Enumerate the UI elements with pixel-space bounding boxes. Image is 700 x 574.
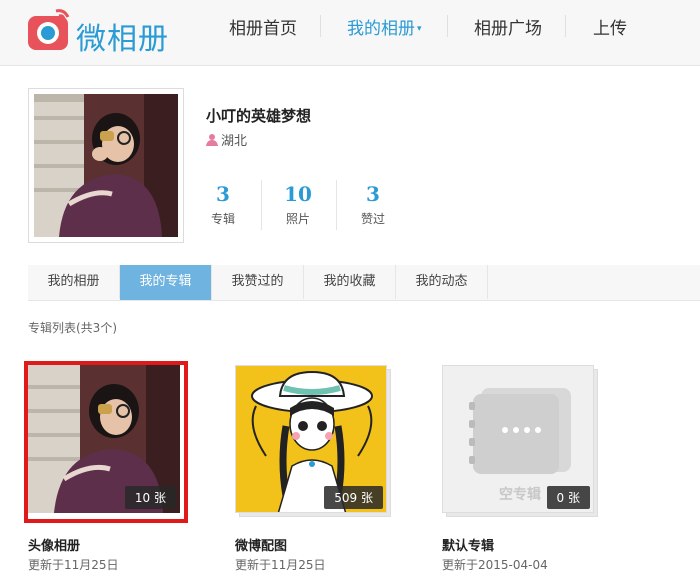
stat-likes[interactable]: 3 赞过: [338, 182, 408, 227]
stat-albums-value: 3: [216, 182, 230, 206]
stat-albums[interactable]: 3 专辑: [188, 182, 258, 227]
album-updated: 更新于2015-04-04: [442, 558, 548, 572]
album-count-badge: 0 张: [546, 486, 590, 509]
profile-location: 湖北: [206, 130, 247, 149]
stat-likes-label: 赞过: [360, 212, 385, 226]
top-header: 微相册 相册首页 我的相册 ▾ 相册广场 上传: [0, 0, 700, 66]
nav-divider: [447, 15, 448, 37]
user-icon: [206, 134, 218, 146]
tab-my-collections[interactable]: 我的专辑: [120, 265, 212, 300]
album-card-default[interactable]: 空专辑 0 张: [438, 361, 602, 521]
camera-logo-icon: [28, 9, 70, 50]
tab-liked[interactable]: 我赞过的: [212, 265, 304, 299]
stat-photos-value: 10: [284, 182, 312, 206]
stat-divider: [261, 180, 262, 230]
nav-divider: [320, 15, 321, 37]
stat-photos-label: 照片: [285, 212, 310, 226]
avatar-photo: [34, 94, 178, 237]
nav-home[interactable]: 相册首页: [229, 14, 297, 39]
album-updated: 更新于11月25日: [235, 558, 326, 572]
album-updated: 更新于11月25日: [28, 558, 119, 572]
nav-my-albums-label: 我的相册: [347, 19, 415, 39]
album-card-weibo[interactable]: 509 张: [231, 361, 395, 521]
stat-divider: [336, 180, 337, 230]
tab-my-albums[interactable]: 我的相册: [28, 265, 120, 299]
album-card-avatar[interactable]: 10 张: [24, 361, 188, 523]
logo-text: 微相册: [76, 22, 169, 57]
profile-avatar[interactable]: [28, 88, 184, 243]
album-count-badge: 509 张: [324, 486, 383, 509]
profile-tabs: 我的相册 我的专辑 我赞过的 我的收藏 我的动态: [28, 265, 700, 301]
stat-likes-value: 3: [366, 182, 380, 206]
nav-divider: [565, 15, 566, 37]
nav-plaza[interactable]: 相册广场: [474, 14, 542, 39]
nav-my-albums[interactable]: 我的相册 ▾: [347, 14, 422, 39]
empty-album-label: 空专辑: [499, 487, 541, 503]
stat-albums-label: 专辑: [210, 212, 235, 226]
album-count-badge: 10 张: [124, 486, 176, 509]
album-name[interactable]: 微博配图: [235, 535, 287, 554]
site-logo[interactable]: 微相册: [26, 6, 186, 57]
tab-activity[interactable]: 我的动态: [396, 265, 488, 299]
location-text: 湖北: [221, 134, 248, 149]
album-name[interactable]: 头像相册: [28, 535, 80, 554]
chevron-down-icon: ▾: [417, 24, 422, 34]
nav-upload[interactable]: 上传: [593, 14, 627, 39]
album-list-title: 专辑列表(共3个): [28, 321, 117, 335]
tab-favorites[interactable]: 我的收藏: [304, 265, 396, 299]
album-name[interactable]: 默认专辑: [442, 535, 494, 554]
profile-name: 小叮的英雄梦想: [206, 107, 312, 125]
stat-photos[interactable]: 10 照片: [263, 182, 333, 227]
